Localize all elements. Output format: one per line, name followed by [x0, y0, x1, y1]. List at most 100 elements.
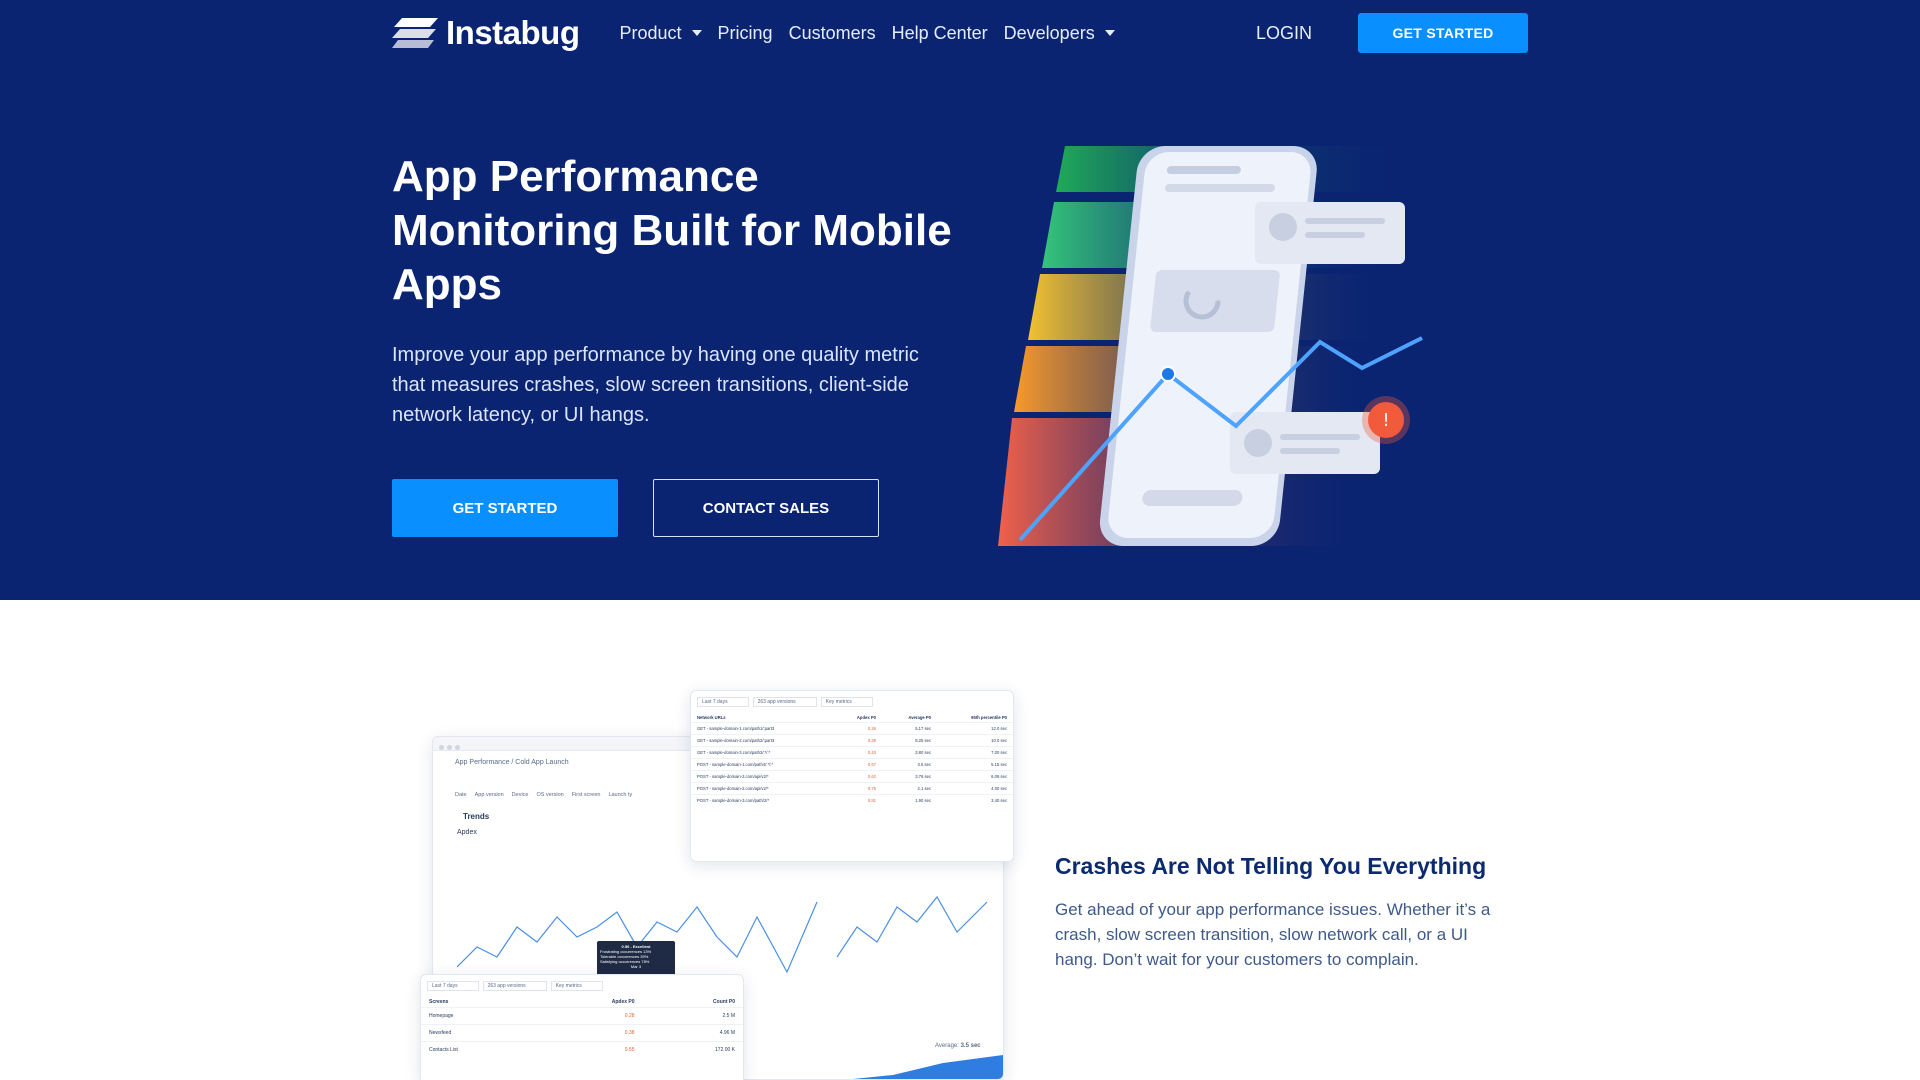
hero-title: App Performance Monitoring Built for Mob… [392, 152, 952, 309]
column-header: Screens [429, 999, 449, 1005]
table-cell: 0.28 [867, 738, 876, 743]
table-row[interactable]: Newsfeed 0.38 4.96 M [421, 1024, 743, 1042]
nav-item-customers[interactable]: Customers [789, 23, 876, 44]
nav-item-help-center[interactable]: Help Center [892, 23, 988, 44]
table-cell: 0.55 [624, 1047, 635, 1053]
column-header: Average P0 [908, 715, 932, 720]
filter-dropdown[interactable]: Date [455, 792, 467, 798]
nav-item-label: Developers [1003, 22, 1095, 43]
table-cell: POST - sample-domain-2.com/api/v2/* [697, 786, 769, 791]
table-cell: 3.76 sec [915, 774, 932, 779]
table-cell: 12.0 sec [991, 726, 1007, 731]
table-cell: 3.40 sec [991, 798, 1007, 803]
nav-item-label: Help Center [891, 22, 988, 43]
apdex-trend-chart [457, 895, 988, 974]
table-row[interactable]: Homepage 0.28 2.5 M [421, 1007, 743, 1025]
table-row[interactable]: POST - sample-domain-3.com/path/2/* 0.81 1… [691, 794, 1013, 807]
table-cell: 172.00 K [714, 1047, 735, 1053]
table-row[interactable]: GET - sample-domain-1.com/path1/:part3 0.… [691, 722, 1013, 735]
table-cell: 0.75 [867, 786, 876, 791]
screens-panel: Last 7 days 263 app versions Key metrics… [420, 974, 744, 1080]
table-row[interactable]: POST - sample-domain-2.com/api/v2/* 0.75 2… [691, 782, 1013, 795]
feature-title: Crashes Are Not Telling You Everything [1055, 853, 1487, 879]
filter-dropdown[interactable]: App version [475, 792, 504, 798]
caret-down-icon [691, 30, 702, 36]
column-header: 95th percentile P0 [971, 715, 1007, 720]
table-cell: 0.28 [624, 1013, 635, 1019]
column-header: Apdex P0 [856, 715, 876, 720]
nav-item-developers[interactable]: Developers [1004, 23, 1115, 44]
column-header: Count P0 [713, 999, 735, 1005]
login-link[interactable]: LOGIN [1256, 23, 1312, 44]
nav-item-label: Product [619, 22, 682, 43]
nav-item-product[interactable]: Product [620, 23, 702, 44]
table-cell: 1.90 sec [915, 798, 932, 803]
table-cell: 0.26 [867, 726, 876, 731]
table-cell: 0.43 [867, 750, 876, 755]
filter-dropdown[interactable]: First screen [572, 792, 601, 798]
table-cell: 0.38 [624, 1030, 635, 1036]
table-cell: 2.5 M [722, 1013, 735, 1019]
average-value: 3.5 sec [960, 1043, 981, 1049]
instabug-logo-icon [392, 18, 438, 48]
filter-dropdown[interactable]: Launch ty [608, 792, 632, 798]
logo[interactable]: Instabug [392, 14, 580, 52]
network-urls-table: Network URLs Apdex P0 Average P0 95th perce… [691, 713, 1013, 806]
top-navigation: Instabug Product Pricing Customers Help Cen… [392, 0, 1528, 66]
svg-text:!: ! [1382, 410, 1389, 431]
nav-item-label: Pricing [717, 22, 773, 43]
average-label: Average [935, 1043, 958, 1049]
table-header-row: Network URLs Apdex P0 Average P0 95th perce… [691, 713, 1013, 723]
hero-subtitle: Improve your app performance by having o… [392, 344, 919, 426]
dashboard-screenshots: App Performance / Cold App Launch Date Ap… [420, 690, 1020, 1080]
contact-sales-button[interactable]: CONTACT SALES [653, 479, 879, 537]
table-cell: Homepage [429, 1013, 454, 1019]
table-cell: POST - sample-domain-3.com/path/2/* [697, 798, 770, 803]
hero-section: Instabug Product Pricing Customers Help Cen… [0, 0, 1920, 600]
table-cell: 6.09 sec [991, 774, 1007, 779]
nav-menu: Product Pricing Customers Help Center Develo… [620, 23, 1115, 44]
table-cell: POST - sample-domain-1.com/path4/:*/:* [697, 762, 774, 767]
table-cell: 7.00 sec [991, 750, 1007, 755]
table-cell: 0.67 [867, 762, 876, 767]
table-cell: Newsfeed [429, 1030, 452, 1036]
table-cell: POST - sample-domain-2.com/api/v2/* [697, 774, 769, 779]
table-cell: 8.25 sec [915, 738, 932, 743]
table-row[interactable]: POST - sample-domain-1.com/path4/:*/:* 0.… [691, 758, 1013, 771]
phone-performance-illustration: ! [998, 146, 1423, 546]
table-row[interactable]: POST - sample-domain-2.com/api/v2/* 0.62 3… [691, 770, 1013, 783]
feature-text: Get ahead of your app performance issues… [1055, 900, 1491, 969]
table-row[interactable]: Contacts List 0.55 172.00 K [421, 1041, 743, 1059]
table-cell: GET - sample-domain-3.com/path3/:*/:* [697, 750, 771, 755]
table-cell: 0.62 [867, 774, 876, 779]
nav-item-pricing[interactable]: Pricing [718, 23, 773, 44]
table-cell: 2.1 sec [917, 786, 932, 791]
table-cell: 3.80 sec [915, 750, 932, 755]
table-cell: GET - sample-domain-2.com/path2/:part3 [697, 738, 775, 743]
caret-down-icon [1104, 30, 1115, 36]
table-row[interactable]: GET - sample-domain-3.com/path3/:*/:* 0.4… [691, 746, 1013, 759]
get-started-button[interactable]: GET STARTED [392, 479, 618, 537]
table-cell: 0.81 [867, 798, 876, 803]
filter-dropdown[interactable]: OS version [536, 792, 563, 798]
table-cell: 4.00 sec [991, 786, 1007, 791]
table-cell: 5.17 sec [915, 726, 932, 731]
column-header: Network URLs [697, 715, 726, 720]
average-area-chart [853, 1055, 1003, 1079]
tooltip-footer: Mar 3 [630, 964, 642, 969]
table-cell: 4.96 M [719, 1030, 735, 1036]
table-cell: GET - sample-domain-1.com/path1/:part3 [697, 726, 775, 731]
table-cell: 3.6 sec [917, 762, 932, 767]
table-cell: 10.0 sec [991, 738, 1007, 743]
table-cell: 5.15 sec [991, 762, 1007, 767]
column-header: Apdex P0 [611, 999, 635, 1005]
network-urls-panel: Last 7 days 263 app versions Key metrics… [690, 690, 1014, 862]
filter-dropdown[interactable]: Device [512, 792, 529, 798]
table-cell: Contacts List [429, 1047, 458, 1053]
screens-table: Screens Apdex P0 Count P0 Homepage 0.28 2.5 M… [421, 997, 743, 1058]
nav-item-label: Customers [788, 22, 876, 43]
brand-name: Instabug [446, 14, 580, 51]
table-header-row: Screens Apdex P0 Count P0 [421, 997, 743, 1008]
table-row[interactable]: GET - sample-domain-2.com/path2/:part3 0.… [691, 734, 1013, 747]
nav-get-started-button[interactable]: GET STARTED [1358, 13, 1528, 53]
